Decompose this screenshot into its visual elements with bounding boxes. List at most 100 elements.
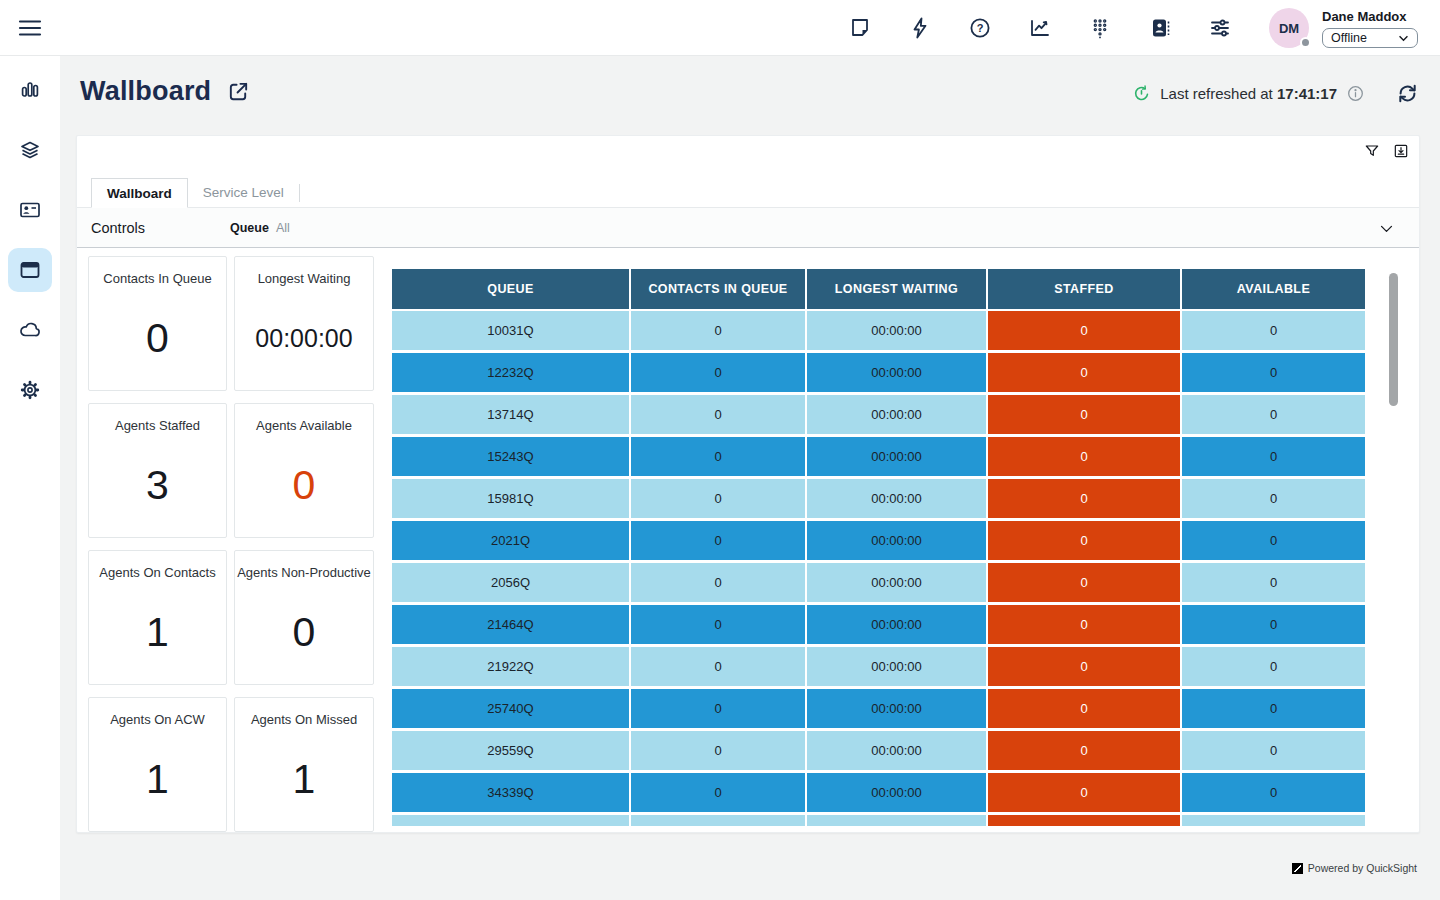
queue-filter-label: Queue [230, 221, 269, 235]
table-cell: 0 [631, 395, 805, 434]
table-cell: 0 [988, 689, 1180, 728]
table-scrollbar[interactable] [1389, 273, 1398, 406]
table-row: 12232Q000:00:0000 [392, 353, 1365, 392]
table-cell: 0 [631, 731, 805, 770]
svg-text:?: ? [977, 22, 984, 34]
download-icon[interactable] [1393, 143, 1409, 159]
metric-label: Agents On ACW [89, 712, 226, 727]
gear-icon [18, 378, 42, 402]
status-select[interactable]: Offline [1322, 28, 1418, 48]
directory-icon[interactable] [1148, 16, 1172, 40]
table-cell: 0 [988, 437, 1180, 476]
id-card-icon [18, 198, 42, 222]
dashboard-content: Contacts In Queue0Longest Waiting00:00:0… [77, 248, 1419, 832]
table-cell: 00:00:00 [807, 395, 986, 434]
table-cell: 0 [631, 479, 805, 518]
layers-icon [18, 138, 42, 162]
chevron-down-icon[interactable] [1378, 220, 1395, 237]
table-cell: 15243Q [392, 437, 629, 476]
dialpad-icon[interactable] [1088, 16, 1112, 40]
tab-service-level[interactable]: Service Level [188, 177, 299, 207]
quicksight-logo-icon [1292, 863, 1303, 874]
queue-table: QUEUECONTACTS IN QUEUELONGEST WAITINGSTA… [392, 269, 1365, 826]
table-cell: 00:00:00 [807, 647, 986, 686]
info-icon[interactable] [1346, 84, 1365, 103]
top-bar: ? [0, 0, 1440, 56]
metric-value: 0 [89, 315, 226, 362]
table-row: 21922Q000:00:0000 [392, 647, 1365, 686]
table-row: 34339Q000:00:0000 [392, 773, 1365, 812]
sidebar-item-wallboard[interactable] [8, 248, 52, 292]
table-cell: 2056Q [392, 563, 629, 602]
metric-card: Agents Staffed3 [88, 403, 227, 538]
column-header[interactable]: STAFFED [988, 269, 1180, 309]
settings-sliders-icon[interactable] [1208, 16, 1232, 40]
table-cell: 0 [1182, 479, 1365, 518]
help-icon[interactable]: ? [968, 16, 992, 40]
column-header[interactable]: QUEUE [392, 269, 629, 309]
avatar-initials: DM [1279, 21, 1299, 36]
table-cell: 0 [631, 437, 805, 476]
table-cell: 0 [631, 773, 805, 812]
table-cell: 00:00:00 [807, 605, 986, 644]
metric-value: 00:00:00 [235, 324, 373, 353]
metric-value: 0 [235, 462, 373, 509]
metric-card: Agents Non-Productive0 [234, 550, 374, 685]
metric-card: Longest Waiting 00:00:00 [234, 256, 374, 391]
metric-label: Agents Staffed [89, 418, 226, 433]
metric-value: 1 [89, 756, 226, 803]
menu-icon[interactable] [17, 16, 43, 40]
column-header[interactable]: LONGEST WAITING [807, 269, 986, 309]
metric-label: Agents On Contacts [89, 565, 226, 580]
table-cell: 0 [631, 563, 805, 602]
filter-icon[interactable] [1364, 143, 1380, 159]
metric-card: Agents On Missed1 [234, 697, 374, 832]
chevron-down-icon [1398, 35, 1409, 42]
dashboard-panel: Wallboard Service Level Controls Queue A… [76, 135, 1420, 833]
table-cell: 0 [988, 521, 1180, 560]
table-cell: 0 [988, 647, 1180, 686]
main-content: Wallboard Last refreshed at 17:41:17 [60, 56, 1440, 900]
sidebar-item-layers[interactable] [8, 128, 52, 172]
table-cell: 0 [631, 353, 805, 392]
sidebar-item-contacts[interactable] [8, 188, 52, 232]
table-row: 29559Q000:00:0000 [392, 731, 1365, 770]
table-cell: 29559Q [392, 731, 629, 770]
table-cell: 0 [1182, 731, 1365, 770]
metric-value: 1 [89, 609, 226, 656]
column-header[interactable]: AVAILABLE [1182, 269, 1365, 309]
metric-card: Agents On ACW 1 [88, 697, 227, 832]
table-cell: 00:00:00 [807, 815, 986, 826]
table-cell: 21464Q [392, 605, 629, 644]
table-cell: 00:00:00 [807, 311, 986, 350]
sidebar-item-analytics[interactable] [8, 68, 52, 112]
table-cell: 0 [988, 311, 1180, 350]
tab-wallboard[interactable]: Wallboard [91, 178, 188, 208]
sidebar-item-settings[interactable] [8, 368, 52, 412]
status-dot [1300, 37, 1311, 48]
refresh-icon[interactable] [1396, 82, 1419, 105]
metrics-icon[interactable] [1028, 16, 1052, 40]
table-cell: 0 [988, 479, 1180, 518]
table-cell: 0 [1182, 689, 1365, 728]
table-cell: 00:00:00 [807, 731, 986, 770]
controls-label: Controls [91, 220, 145, 236]
avatar[interactable]: DM [1269, 8, 1309, 48]
table-cell: 0 [1182, 521, 1365, 560]
quicksight-attribution: Powered by QuickSight [1292, 862, 1417, 874]
table-cell: 0 [1182, 605, 1365, 644]
table-row: 2021Q000:00:0000 [392, 521, 1365, 560]
quick-actions-icon[interactable] [908, 16, 932, 40]
table-row: 10031Q000:00:0000 [392, 311, 1365, 350]
column-header[interactable]: CONTACTS IN QUEUE [631, 269, 805, 309]
table-cell: 0 [631, 605, 805, 644]
sidebar-item-cloud[interactable] [8, 308, 52, 352]
metric-label: Longest Waiting [235, 271, 373, 286]
table-cell: 36239Q [392, 815, 629, 826]
last-refreshed-time: 17:41:17 [1277, 85, 1337, 102]
table-cell: 34339Q [392, 773, 629, 812]
controls-bar[interactable]: Controls Queue All [77, 208, 1419, 248]
external-link-icon[interactable] [227, 80, 250, 103]
table-row: 36239Q000:00:0000 [392, 815, 1365, 826]
notes-icon[interactable] [848, 16, 872, 40]
